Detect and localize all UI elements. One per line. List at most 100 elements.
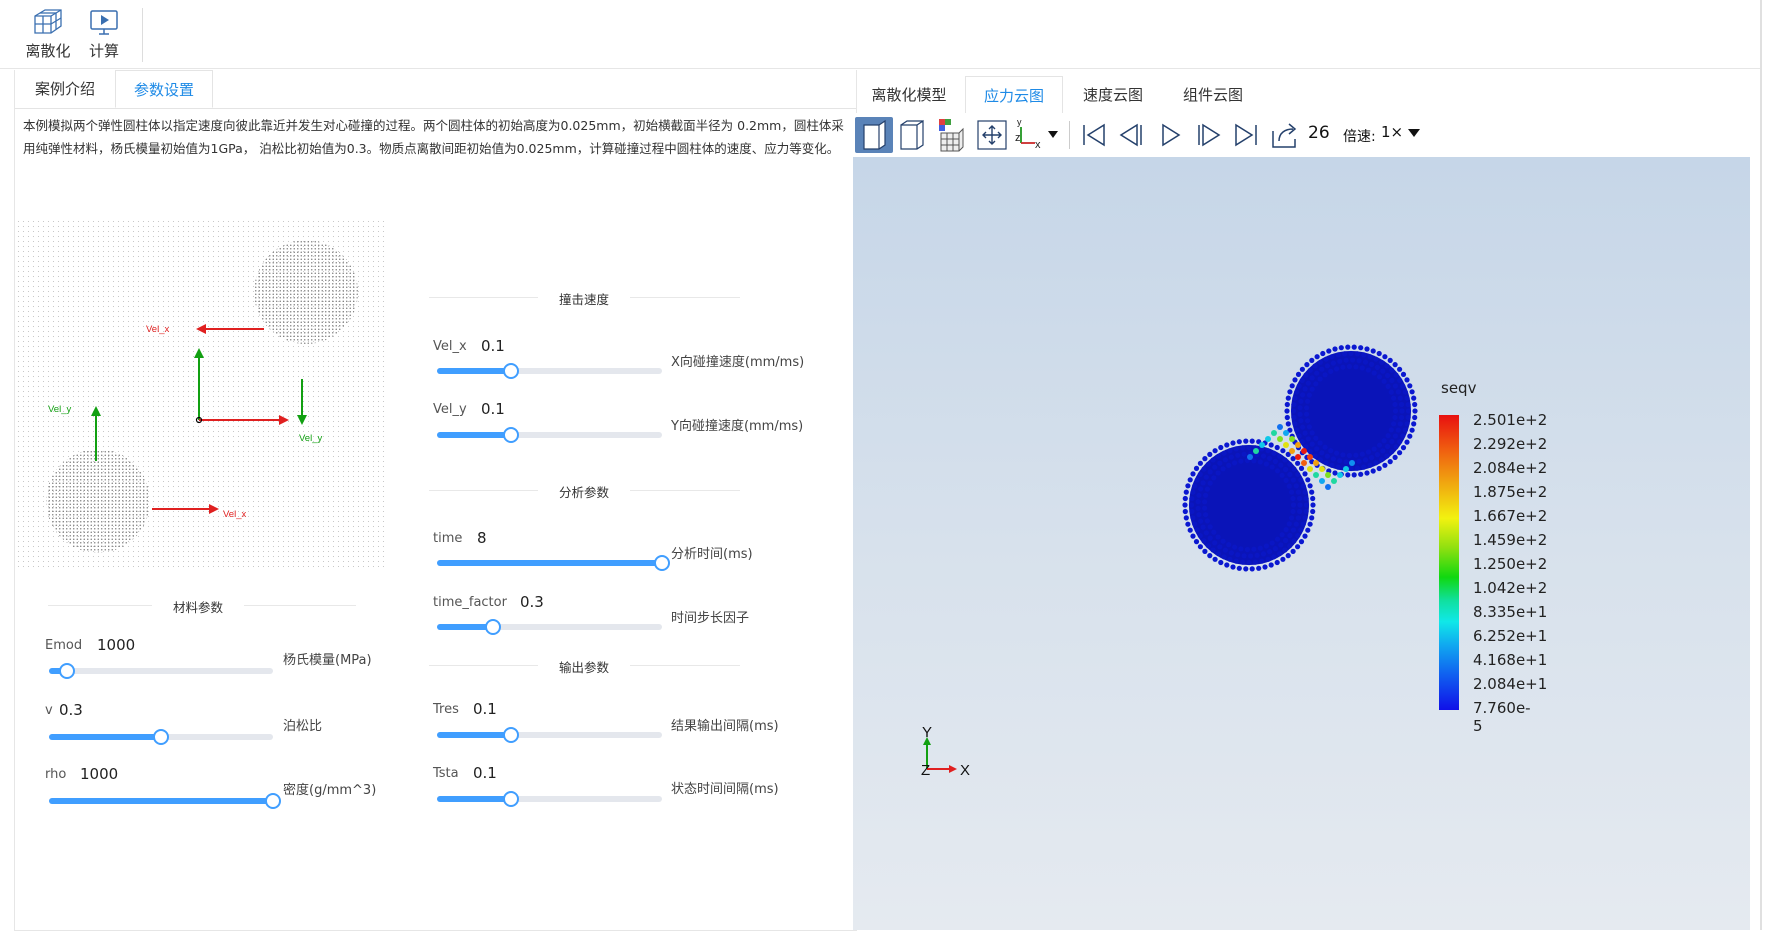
- discretize-button[interactable]: 离散化: [20, 4, 76, 64]
- tab-component-contour[interactable]: 组件云图: [1163, 76, 1263, 114]
- speed-label: 倍速:: [1343, 129, 1376, 145]
- tab-param-settings[interactable]: 参数设置: [115, 70, 213, 108]
- tsta-slider[interactable]: [437, 791, 662, 807]
- window-border: [1760, 0, 1762, 930]
- mesh-view-button[interactable]: [931, 117, 969, 153]
- particle: [1196, 512, 1202, 518]
- particle: [1295, 533, 1301, 539]
- tres-slider[interactable]: [437, 727, 662, 743]
- particle: [1380, 368, 1386, 374]
- stress-viewport[interactable]: seqv 2.501e+2 2.292e+2 2.084e+2 1.875e+2…: [853, 157, 1750, 930]
- particle: [1300, 392, 1306, 398]
- vel-x-slider-fill: [437, 368, 512, 374]
- time-factor-slider-thumb[interactable]: [485, 619, 502, 635]
- axis-z-letter: z: [1015, 132, 1021, 144]
- param-desc-time-factor: 时间步长因子: [671, 611, 750, 626]
- next-frame-button[interactable]: [1189, 117, 1227, 153]
- rho-slider[interactable]: [49, 793, 281, 809]
- particle: [1296, 383, 1302, 389]
- particle: [1249, 438, 1255, 444]
- vel-y-slider[interactable]: [437, 427, 662, 443]
- particle: [1251, 546, 1257, 552]
- solid-view-button[interactable]: [855, 117, 893, 153]
- particle: [1224, 442, 1230, 448]
- particle: [1298, 527, 1304, 533]
- axis-triad: Y Z X: [921, 725, 970, 779]
- particle: [1279, 532, 1285, 538]
- particle: [1195, 499, 1201, 505]
- particle: [1320, 350, 1326, 357]
- time-factor-slider[interactable]: [437, 619, 662, 635]
- cube-grid-icon: [34, 9, 62, 34]
- axis-view-dropdown[interactable]: y z x: [1013, 117, 1061, 153]
- particle: [1319, 366, 1325, 372]
- play-button[interactable]: [1151, 117, 1189, 153]
- particle: [1290, 477, 1296, 483]
- particle: [1204, 518, 1210, 524]
- wireframe-view-button[interactable]: [893, 117, 931, 153]
- stressed-particle: [1289, 436, 1295, 442]
- particle: [1269, 464, 1275, 470]
- particle: [1389, 377, 1395, 384]
- vel-x-slider[interactable]: [437, 363, 662, 379]
- particle: [1274, 559, 1280, 566]
- last-frame-button[interactable]: [1227, 117, 1265, 153]
- particle: [1399, 414, 1405, 421]
- vel-x-label-bottom: Vel_x: [223, 509, 246, 520]
- particle: [1306, 424, 1312, 430]
- particle: [1356, 458, 1362, 464]
- particle: [1246, 559, 1252, 566]
- particle: [1374, 452, 1380, 458]
- particle: [1290, 508, 1296, 515]
- particle: [1241, 553, 1247, 559]
- particle: [1240, 445, 1246, 451]
- particle: [1300, 424, 1306, 430]
- discretize-label: 离散化: [25, 42, 71, 60]
- triad-z-label: Z: [921, 762, 930, 779]
- play-icon: [1162, 123, 1181, 147]
- vel-x-slider-thumb[interactable]: [503, 363, 520, 379]
- particle: [1285, 395, 1291, 401]
- particle: [1317, 359, 1323, 365]
- particle: [1257, 545, 1263, 551]
- particle: [1293, 521, 1299, 527]
- particle: [1233, 558, 1239, 564]
- particle: [1207, 469, 1213, 475]
- fit-view-button[interactable]: [973, 117, 1011, 153]
- time-slider[interactable]: [437, 555, 670, 571]
- legend-value: 2.084e+2: [1473, 459, 1548, 477]
- particle: [1274, 468, 1281, 474]
- particle: [1393, 444, 1399, 450]
- particle: [1332, 470, 1338, 476]
- export-button[interactable]: [1265, 117, 1303, 153]
- particle: [1309, 386, 1315, 392]
- vel-y-slider-thumb[interactable]: [503, 427, 520, 443]
- tsta-slider-thumb[interactable]: [503, 791, 520, 807]
- particle: [1260, 453, 1267, 459]
- time-slider-thumb[interactable]: [654, 555, 670, 571]
- tab-discretized-model[interactable]: 离散化模型: [853, 76, 965, 114]
- compute-button[interactable]: 计算: [76, 4, 132, 64]
- prev-frame-button[interactable]: [1113, 117, 1151, 153]
- speed-select[interactable]: 1×: [1381, 123, 1420, 141]
- particle: [1230, 440, 1236, 446]
- tres-slider-thumb[interactable]: [503, 727, 520, 743]
- particle: [1354, 351, 1360, 357]
- rho-slider-thumb[interactable]: [265, 793, 281, 809]
- chevron-down-icon: [1407, 128, 1420, 137]
- emod-slider-thumb[interactable]: [58, 663, 75, 679]
- tab-stress-contour[interactable]: 应力云图: [965, 76, 1063, 114]
- particle: [1289, 515, 1295, 521]
- particle: [1314, 370, 1320, 376]
- param-label-vel-y: Vel_y: [433, 402, 467, 417]
- particle: [1407, 383, 1413, 389]
- v-slider-thumb[interactable]: [153, 729, 169, 745]
- tab-velocity-contour[interactable]: 速度云图: [1063, 76, 1163, 114]
- tab-case-intro[interactable]: 案例介绍: [15, 70, 115, 108]
- emod-slider[interactable]: [49, 663, 273, 679]
- v-slider[interactable]: [49, 729, 273, 745]
- particle: [1292, 421, 1298, 427]
- param-desc-emod: 杨氏模量(MPa): [283, 653, 372, 668]
- first-frame-button[interactable]: [1075, 117, 1113, 153]
- particle: [1340, 364, 1346, 370]
